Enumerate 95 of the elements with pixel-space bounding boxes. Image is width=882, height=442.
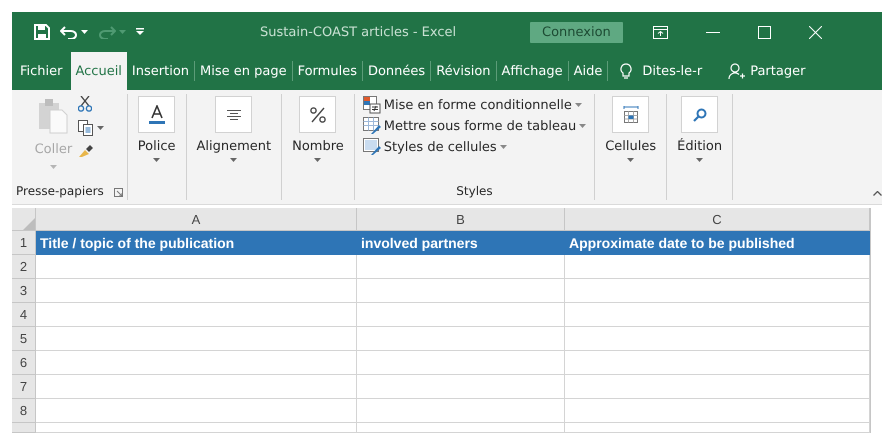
conditional-format-icon[interactable] bbox=[362, 96, 381, 114]
ribbon-button[interactable]: Nombre bbox=[290, 94, 346, 164]
table-cell[interactable] bbox=[357, 375, 565, 399]
caret-icon bbox=[97, 126, 104, 130]
table-cells-icon[interactable] bbox=[622, 106, 639, 124]
header-cell[interactable]: Title / topic of the publication bbox=[36, 231, 357, 255]
close-icon[interactable] bbox=[808, 26, 822, 38]
caret-icon bbox=[696, 158, 704, 162]
group-label: Styles bbox=[456, 184, 493, 200]
table-cell[interactable] bbox=[565, 351, 870, 375]
align-center-icon[interactable] bbox=[226, 110, 241, 120]
window-title: Sustain-COAST articles - Excel bbox=[260, 24, 458, 40]
brush-icon[interactable] bbox=[78, 144, 94, 158]
caret-icon bbox=[119, 30, 126, 34]
caret-icon bbox=[314, 158, 322, 162]
font-color-icon[interactable] bbox=[148, 104, 165, 124]
caret-icon bbox=[230, 158, 238, 162]
row-header[interactable]: 8 bbox=[12, 399, 36, 423]
caret-icon bbox=[627, 158, 634, 162]
ribbon-tab[interactable]: Affichage bbox=[496, 52, 568, 90]
table-cell[interactable] bbox=[565, 423, 870, 433]
caret-icon bbox=[500, 145, 507, 149]
table-cell[interactable] bbox=[565, 279, 870, 303]
table-cell[interactable] bbox=[565, 303, 870, 327]
caret-icon bbox=[579, 124, 586, 128]
copy-icon[interactable] bbox=[78, 120, 94, 136]
table-cell[interactable] bbox=[565, 255, 870, 279]
table-cell[interactable] bbox=[36, 399, 357, 423]
dialog-launcher-icon[interactable] bbox=[114, 188, 123, 196]
ribbon-tab[interactable]: Formules bbox=[292, 52, 362, 90]
row-header[interactable]: 5 bbox=[12, 327, 36, 351]
table-cell[interactable] bbox=[36, 303, 357, 327]
table-cell[interactable] bbox=[36, 279, 357, 303]
header-cell[interactable]: Approximate date to be published bbox=[565, 231, 870, 255]
caret-icon bbox=[50, 165, 57, 169]
row-header[interactable]: 3 bbox=[12, 279, 36, 303]
ribbon-tab[interactable]: Fichier bbox=[15, 52, 68, 90]
ribbon-tab[interactable]: Insertion bbox=[126, 52, 194, 90]
table-cell[interactable] bbox=[36, 327, 357, 351]
style-menu-button[interactable]: Styles de cellules bbox=[362, 138, 586, 156]
style-menu-button[interactable]: Mise en forme conditionnelle bbox=[362, 96, 586, 114]
ribbon-tab[interactable]: Aide bbox=[568, 52, 608, 90]
lightbulb-icon[interactable] bbox=[620, 62, 632, 80]
table-cell[interactable] bbox=[36, 351, 357, 375]
ribbon-tab[interactable]: Accueil bbox=[70, 52, 127, 90]
table-cell[interactable] bbox=[357, 423, 565, 433]
person-add-icon[interactable] bbox=[728, 62, 746, 80]
row-header[interactable]: 7 bbox=[12, 375, 36, 399]
ribbon-tab[interactable]: Mise en page bbox=[195, 52, 292, 90]
table-cell[interactable] bbox=[36, 255, 357, 279]
row-header[interactable]: 6 bbox=[12, 351, 36, 375]
sign-in-button[interactable]: Connexion bbox=[530, 22, 623, 42]
caret-icon bbox=[81, 30, 88, 34]
collapse-ribbon-icon[interactable] bbox=[873, 191, 882, 196]
search-icon[interactable] bbox=[692, 108, 707, 122]
caret-icon bbox=[153, 158, 160, 162]
ribbon-tab[interactable]: Données bbox=[362, 52, 430, 90]
column-header[interactable]: A bbox=[36, 208, 357, 231]
row-header[interactable]: 2 bbox=[12, 255, 36, 279]
table-cell[interactable] bbox=[36, 375, 357, 399]
table-cell[interactable] bbox=[565, 399, 870, 423]
style-menu-button[interactable]: Mettre sous forme de tableau bbox=[362, 117, 586, 135]
row-header[interactable]: 4 bbox=[12, 303, 36, 327]
ribbon-display-icon[interactable] bbox=[652, 26, 668, 38]
ribbon-button[interactable]: Cellules bbox=[603, 94, 658, 164]
table-cell[interactable] bbox=[357, 255, 565, 279]
save-icon[interactable] bbox=[34, 24, 50, 40]
cell-styles-icon[interactable] bbox=[362, 138, 381, 156]
percent-icon[interactable] bbox=[310, 106, 326, 122]
caret-icon bbox=[574, 103, 582, 107]
customize-icon[interactable] bbox=[136, 28, 144, 36]
share-button[interactable]: Partager bbox=[722, 52, 812, 90]
row-header[interactable]: 1 bbox=[12, 231, 36, 255]
table-cell[interactable] bbox=[565, 375, 870, 399]
row-header[interactable] bbox=[12, 423, 36, 433]
ribbon-button[interactable]: Police bbox=[136, 94, 178, 164]
table-cell[interactable] bbox=[357, 327, 565, 351]
table-cell[interactable] bbox=[357, 303, 565, 327]
group-label: Presse-papiers bbox=[16, 184, 104, 200]
table-cell[interactable] bbox=[565, 327, 870, 351]
tell-me-field[interactable]: Dites-le-r bbox=[642, 64, 702, 78]
maximize-icon[interactable] bbox=[758, 26, 771, 38]
ribbon-tab[interactable]: Révision bbox=[431, 52, 496, 90]
ribbon-button[interactable]: Alignement bbox=[194, 94, 274, 164]
undo-icon[interactable] bbox=[60, 25, 78, 39]
table-format-icon[interactable] bbox=[362, 117, 381, 135]
table-cell[interactable] bbox=[357, 279, 565, 303]
header-cell[interactable]: involved partners bbox=[357, 231, 565, 255]
table-cell[interactable] bbox=[357, 351, 565, 375]
column-header[interactable]: B bbox=[357, 208, 565, 231]
scissors-icon[interactable] bbox=[78, 96, 92, 112]
column-header[interactable]: C bbox=[565, 208, 870, 231]
table-cell[interactable] bbox=[36, 423, 357, 433]
table-cell[interactable] bbox=[357, 399, 565, 423]
ribbon-button[interactable]: Édition bbox=[675, 94, 724, 164]
